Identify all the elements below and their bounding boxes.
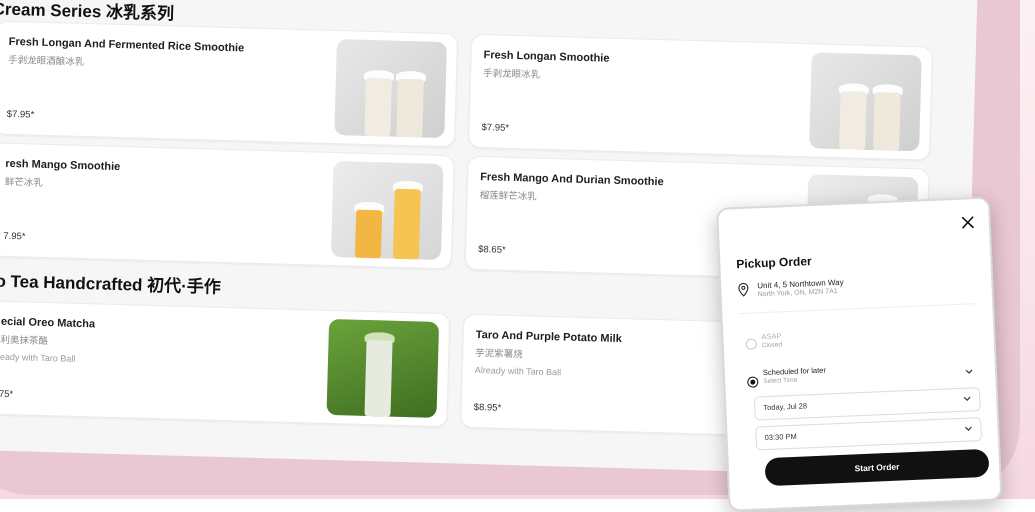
item-description: Already with Taro Ball	[474, 365, 562, 378]
location-pin-icon	[738, 282, 749, 297]
scheduled-radio[interactable]	[747, 376, 759, 388]
item-name-cn: 手剥龙眼酒酿冰乳	[8, 54, 85, 68]
time-value: 03:30 PM	[764, 431, 797, 443]
item-name: Fresh Longan And Fermented Rice Smoothie	[8, 35, 245, 55]
item-name: Fresh Mango And Durian Smoothie	[480, 171, 664, 189]
item-name-cn: 利奥抹茶酪	[0, 334, 49, 348]
divider	[738, 303, 977, 315]
chevron-down-icon[interactable]	[965, 367, 973, 375]
menu-item-card[interactable]: ecial Oreo Matcha 利奥抹茶酪 eady with Taro B…	[0, 300, 451, 428]
time-select[interactable]: 03:30 PM	[755, 417, 982, 451]
item-image	[334, 39, 447, 139]
scheduled-label: Scheduled for later	[762, 365, 827, 378]
date-select[interactable]: Today, Jul 28	[753, 387, 981, 421]
item-name: Fresh Longan Smoothie	[483, 49, 610, 65]
item-name: Taro And Purple Potato Milk	[475, 329, 622, 346]
menu-item-card[interactable]: Fresh Longan Smoothie 手剥龙眼冰乳 $7.95*	[467, 33, 933, 161]
item-image	[326, 318, 440, 418]
pickup-order-modal: Pickup Order Unit 4, 5 Northtown Way Nor…	[716, 196, 1003, 512]
item-price: 7.95*	[3, 230, 26, 243]
chevron-down-icon	[964, 426, 972, 431]
item-name-cn: 鲜芒冰乳	[4, 176, 44, 189]
select-time-hint: Select Time	[763, 376, 798, 386]
modal-title: Pickup Order	[736, 254, 812, 272]
date-value: Today, Jul 28	[763, 401, 808, 413]
item-name-cn: 榴莲鲜芒冰乳	[479, 190, 537, 203]
item-image	[809, 52, 922, 152]
item-price: $7.95*	[6, 108, 35, 121]
menu-item-card[interactable]: resh Mango Smoothie 鲜芒冰乳 7.95*	[0, 142, 455, 270]
item-name: resh Mango Smoothie	[5, 157, 121, 174]
item-description: eady with Taro Ball	[0, 351, 76, 364]
asap-radio[interactable]	[745, 338, 757, 350]
item-price: 75*	[0, 388, 14, 401]
menu-item-card[interactable]: Fresh Longan And Fermented Rice Smoothie…	[0, 20, 459, 148]
item-name-cn: 手剥龙眼冰乳	[482, 68, 541, 81]
asap-label: ASAP	[761, 331, 782, 342]
asap-status: Closed	[761, 341, 783, 350]
item-image	[330, 160, 444, 261]
section-title-handcrafted: oo Tea Handcrafted 初代·手作	[0, 271, 222, 297]
start-order-button[interactable]: Start Order	[764, 448, 990, 487]
item-name: ecial Oreo Matcha	[0, 315, 96, 331]
item-price: $7.95*	[481, 122, 510, 134]
close-icon[interactable]	[961, 215, 976, 230]
item-name-cn: 芋泥紫薯烧	[475, 348, 523, 361]
item-price: $8.95*	[473, 401, 502, 414]
chevron-down-icon	[963, 396, 971, 401]
item-price: $8.65*	[478, 244, 506, 256]
